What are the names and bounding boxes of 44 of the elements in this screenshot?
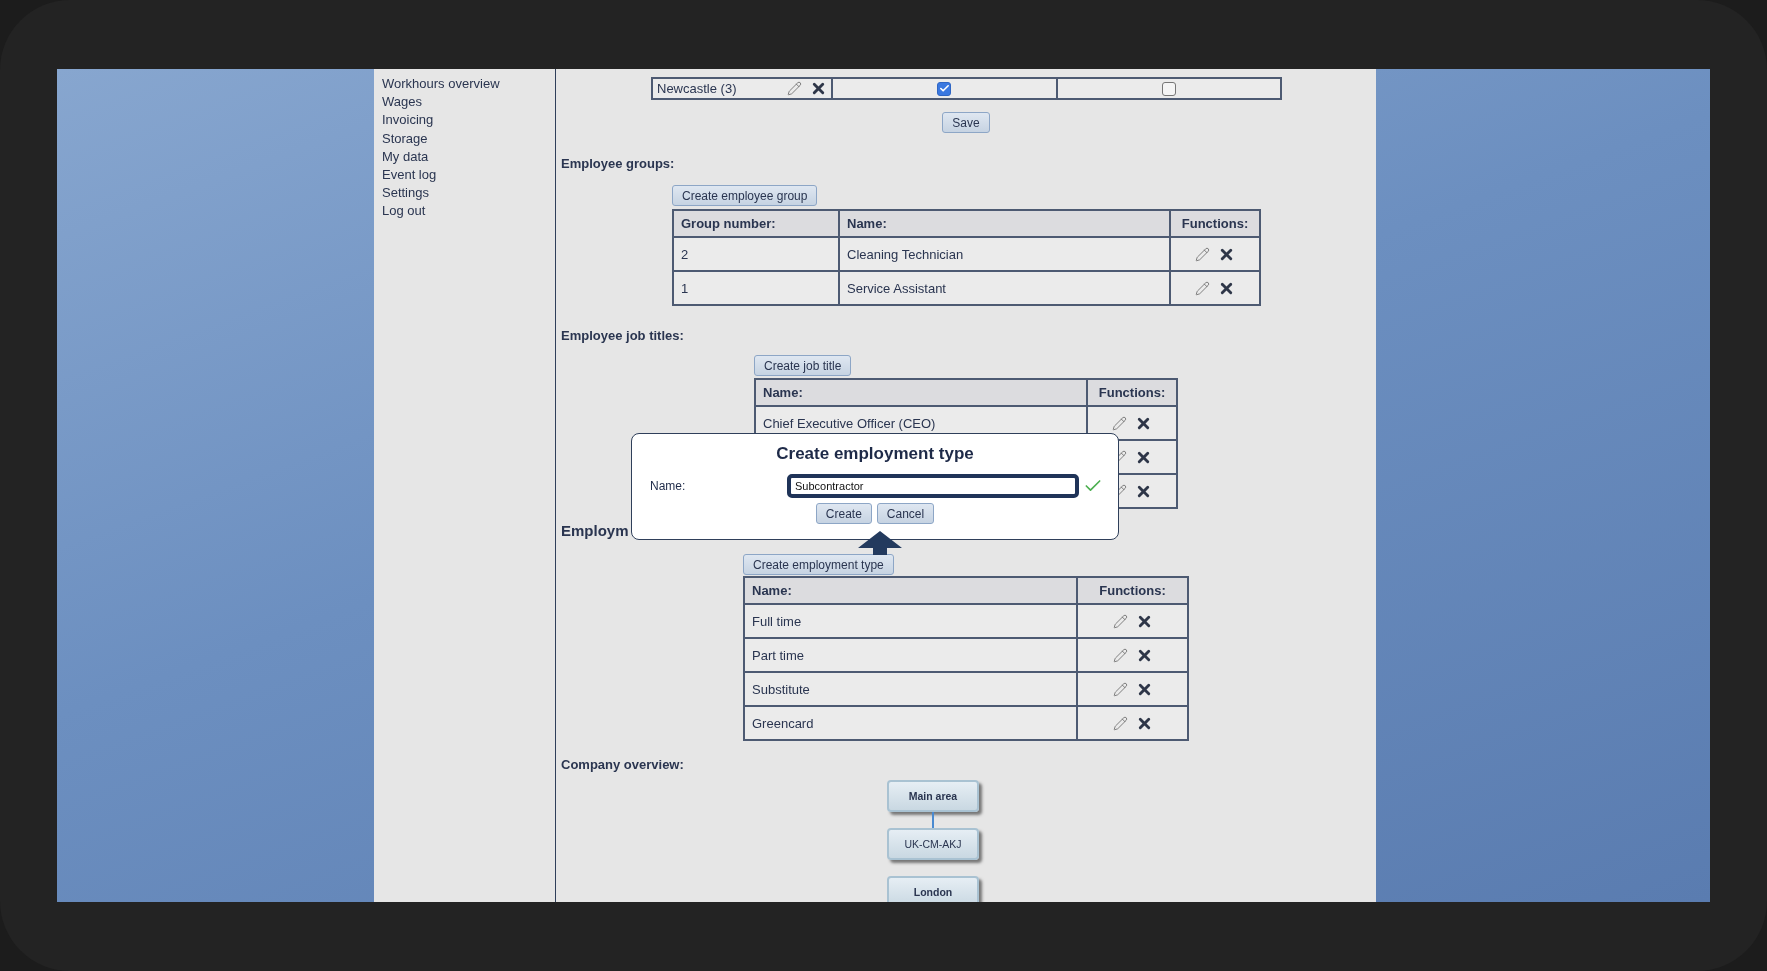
- org-node[interactable]: London: [887, 876, 979, 902]
- table-cell: Substitute: [744, 672, 1077, 706]
- connector-line: [932, 812, 934, 828]
- column-header: Name:: [755, 379, 1087, 406]
- sidebar-link[interactable]: Log out: [382, 202, 555, 221]
- create-job-title-button[interactable]: Create job title: [754, 355, 852, 376]
- sidebar-link[interactable]: Wages: [382, 93, 555, 112]
- cancel-button[interactable]: Cancel: [876, 503, 935, 524]
- section-heading: Company overview:: [561, 757, 684, 772]
- sidebar-link[interactable]: Workhours overview: [382, 75, 555, 94]
- sidebar-link[interactable]: Invoicing: [382, 111, 555, 130]
- delete-icon[interactable]: [810, 80, 827, 97]
- checkbox[interactable]: [1161, 82, 1176, 97]
- section-heading: Employee groups:: [561, 156, 675, 171]
- sidebar-link[interactable]: Event log: [382, 166, 555, 185]
- create-employment-type-button[interactable]: Create employment type: [743, 554, 894, 575]
- column-header: Functions:: [1087, 379, 1177, 406]
- location-name: Newcastle (3): [657, 81, 737, 96]
- column-header: Functions:: [1077, 577, 1188, 604]
- column-header: Group number:: [673, 210, 839, 237]
- create-group-button[interactable]: Create employee group: [672, 185, 818, 206]
- column-header: Name:: [839, 210, 1170, 237]
- table-cell: Service Assistant: [839, 271, 1170, 305]
- org-node[interactable]: UK-CM-AKJ: [887, 828, 979, 860]
- column-header: Name:: [744, 577, 1077, 604]
- table-cell: 2: [673, 237, 839, 271]
- sidebar-link[interactable]: My data: [382, 147, 555, 166]
- table-cell: Full time: [744, 604, 1077, 638]
- create-button[interactable]: Create: [815, 503, 872, 524]
- sidebar-link[interactable]: Settings: [382, 184, 555, 203]
- field-label: Name:: [650, 479, 687, 493]
- section-heading: Employm: [561, 522, 629, 539]
- org-node[interactable]: Main area: [887, 780, 979, 812]
- checkbox[interactable]: [937, 82, 952, 97]
- sidebar-link[interactable]: Storage: [382, 129, 555, 148]
- column-header: Functions:: [1170, 210, 1260, 237]
- table-cell: Part time: [744, 638, 1077, 672]
- name-input[interactable]: Subcontractor: [787, 474, 1079, 498]
- save-button[interactable]: Save: [942, 112, 990, 133]
- section-heading: Employee job titles:: [561, 328, 684, 343]
- table-cell: Greencard: [744, 706, 1077, 740]
- dialog-title: Create employment type: [776, 444, 974, 464]
- table-cell: Cleaning Technician: [839, 237, 1170, 271]
- table-cell: 1: [673, 271, 839, 305]
